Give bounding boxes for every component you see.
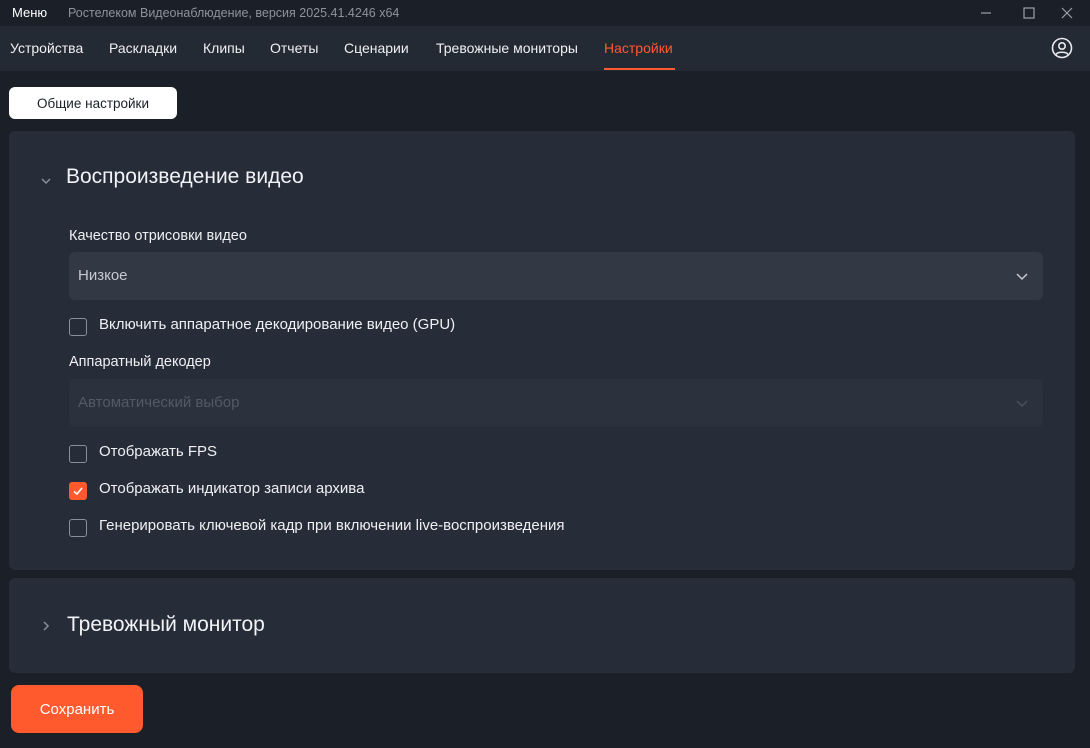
gpu-checkbox-label[interactable]: Включить аппаратное декодирование видео …: [99, 316, 455, 333]
minimize-icon: [981, 12, 991, 14]
menu-button[interactable]: Меню: [12, 5, 47, 20]
tab-reports[interactable]: Отчеты: [270, 40, 318, 56]
close-button[interactable]: [1044, 0, 1090, 26]
archive-indicator-checkbox-label[interactable]: Отображать индикатор записи архива: [99, 480, 364, 497]
tab-scenarios[interactable]: Сценарии: [344, 40, 409, 56]
decoder-label: Аппаратный декодер: [69, 354, 211, 370]
chevron-right-icon[interactable]: [39, 619, 53, 633]
gpu-checkbox[interactable]: [69, 318, 87, 336]
alarm-monitor-panel: Тревожный монитор: [9, 578, 1075, 673]
active-tab-indicator: [604, 68, 675, 70]
title-bar: Меню Ростелеком Видеонаблюдение, версия …: [0, 0, 1090, 26]
tab-alarm-monitors[interactable]: Тревожные мониторы: [436, 40, 578, 56]
checkmark-icon: [73, 487, 83, 496]
quality-value: Низкое: [78, 267, 128, 284]
keyframe-checkbox[interactable]: [69, 519, 87, 537]
quality-label: Качество отрисовки видео: [69, 228, 247, 244]
main-nav: Устройства Раскладки Клипы Отчеты Сценар…: [0, 26, 1090, 71]
close-icon: [1061, 7, 1073, 19]
tab-clips[interactable]: Клипы: [203, 40, 245, 56]
chevron-down-icon: [1016, 400, 1028, 408]
keyframe-checkbox-label[interactable]: Генерировать ключевой кадр при включении…: [99, 517, 565, 534]
fps-checkbox-label[interactable]: Отображать FPS: [99, 443, 217, 460]
app-title: Ростелеком Видеонаблюдение, версия 2025.…: [68, 6, 400, 20]
chevron-down-icon: [1016, 273, 1028, 281]
minimize-button[interactable]: [963, 0, 1009, 26]
fps-checkbox[interactable]: [69, 445, 87, 463]
tab-layouts[interactable]: Раскладки: [109, 40, 177, 56]
quality-select[interactable]: Низкое: [69, 252, 1043, 300]
decoder-select: Автоматический выбор: [69, 379, 1043, 427]
tab-devices[interactable]: Устройства: [10, 40, 83, 56]
general-settings-button[interactable]: Общие настройки: [9, 87, 177, 119]
video-section-title[interactable]: Воспроизведение видео: [66, 165, 304, 189]
tab-settings[interactable]: Настройки: [604, 40, 673, 56]
save-button[interactable]: Сохранить: [11, 685, 143, 733]
alarm-section-title[interactable]: Тревожный монитор: [67, 613, 265, 637]
chevron-down-icon[interactable]: [39, 174, 53, 188]
maximize-icon: [1023, 7, 1035, 19]
decoder-value: Автоматический выбор: [78, 394, 240, 411]
archive-indicator-checkbox[interactable]: [69, 482, 87, 500]
video-playback-panel: Воспроизведение видео: [9, 131, 1075, 570]
user-circle-icon[interactable]: [1051, 37, 1073, 59]
